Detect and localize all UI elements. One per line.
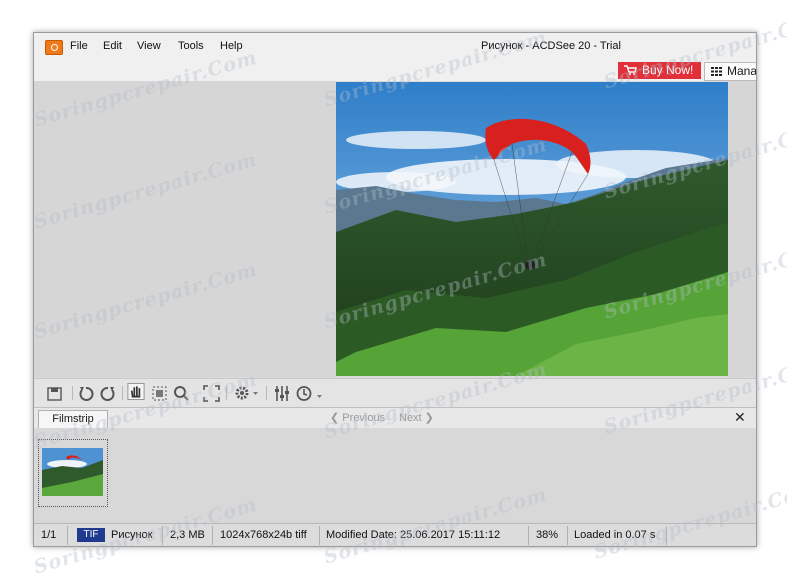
format-badge: TIF: [77, 528, 105, 542]
viewer-background-right: [728, 81, 756, 377]
app-window: File Edit View Tools Help Рисунок - ACDS…: [33, 32, 757, 547]
viewer-toolbar: [34, 378, 756, 407]
toolbar-separator: [226, 386, 227, 400]
fit-icon[interactable]: [203, 385, 220, 402]
manage-mode-button[interactable]: Mana: [704, 62, 757, 81]
grid-icon: [711, 67, 722, 76]
viewer-background-left: [34, 81, 336, 377]
hand-tool-icon[interactable]: [126, 383, 146, 400]
main-image[interactable]: [336, 82, 728, 376]
menu-tools[interactable]: Tools: [178, 40, 204, 52]
title-bar: File Edit View Tools Help Рисунок - ACDS…: [34, 33, 756, 59]
menu-edit[interactable]: Edit: [103, 40, 122, 52]
status-separator: [212, 526, 213, 545]
status-separator: [666, 526, 667, 545]
next-button[interactable]: Next ❯: [399, 411, 434, 424]
status-separator: [567, 526, 568, 545]
zoom-icon[interactable]: [173, 385, 190, 402]
status-zoom: 38%: [536, 529, 559, 541]
previous-label: Previous: [342, 412, 386, 424]
filmstrip-thumbnail[interactable]: [38, 439, 108, 507]
filmstrip-panel: [34, 428, 756, 523]
status-separator: [319, 526, 320, 545]
toolbar-separator: [266, 386, 267, 400]
status-separator: [67, 526, 68, 545]
status-separator: [528, 526, 529, 545]
previous-button[interactable]: ❮ Previous: [330, 411, 385, 424]
status-modified: Modified Date: 25.06.2017 15:11:12: [326, 529, 501, 541]
toolbar-separator: [72, 386, 73, 400]
status-filename: Рисунок: [111, 529, 153, 541]
paraglider-photo: [336, 82, 728, 376]
menu-file[interactable]: File: [70, 40, 88, 52]
menu-help[interactable]: Help: [220, 40, 243, 52]
settings-icon[interactable]: [234, 385, 260, 402]
cart-icon: [624, 65, 637, 75]
close-icon[interactable]: ✕: [734, 409, 746, 426]
next-label: Next: [399, 412, 422, 424]
select-tool-icon[interactable]: [151, 385, 168, 402]
app-icon[interactable]: [45, 40, 63, 55]
status-separator: [162, 526, 163, 545]
status-index: 1/1: [41, 529, 57, 541]
window-title: Рисунок - ACDSee 20 - Trial: [481, 40, 621, 52]
status-loadtime: Loaded in 0.07 s: [574, 529, 656, 541]
chevron-left-icon: ❮: [330, 412, 343, 424]
menu-view[interactable]: View: [137, 40, 161, 52]
rotate-left-icon[interactable]: [78, 385, 94, 402]
chevron-right-icon: ❯: [421, 412, 434, 424]
buy-now-label: Buy Now!: [642, 63, 694, 77]
status-bar: 1/1 TIF Рисунок 2,3 MB 1024x768x24b tiff…: [34, 523, 756, 546]
toolbar-separator: [122, 386, 123, 400]
status-dimensions: 1024x768x24b tiff: [220, 529, 307, 541]
filmstrip-header: Filmstrip ❮ Previous Next ❯ ✕: [34, 407, 756, 429]
tab-filmstrip[interactable]: Filmstrip: [38, 410, 108, 429]
rotate-right-icon[interactable]: [100, 385, 116, 402]
buy-now-button[interactable]: Buy Now!: [618, 62, 701, 79]
status-filesize: 2,3 MB: [170, 529, 205, 541]
thumbnail-image: [42, 448, 103, 496]
history-icon[interactable]: [296, 385, 324, 402]
save-icon[interactable]: [46, 385, 64, 402]
manage-label: Mana: [727, 64, 757, 78]
adjust-icon[interactable]: [273, 385, 290, 402]
